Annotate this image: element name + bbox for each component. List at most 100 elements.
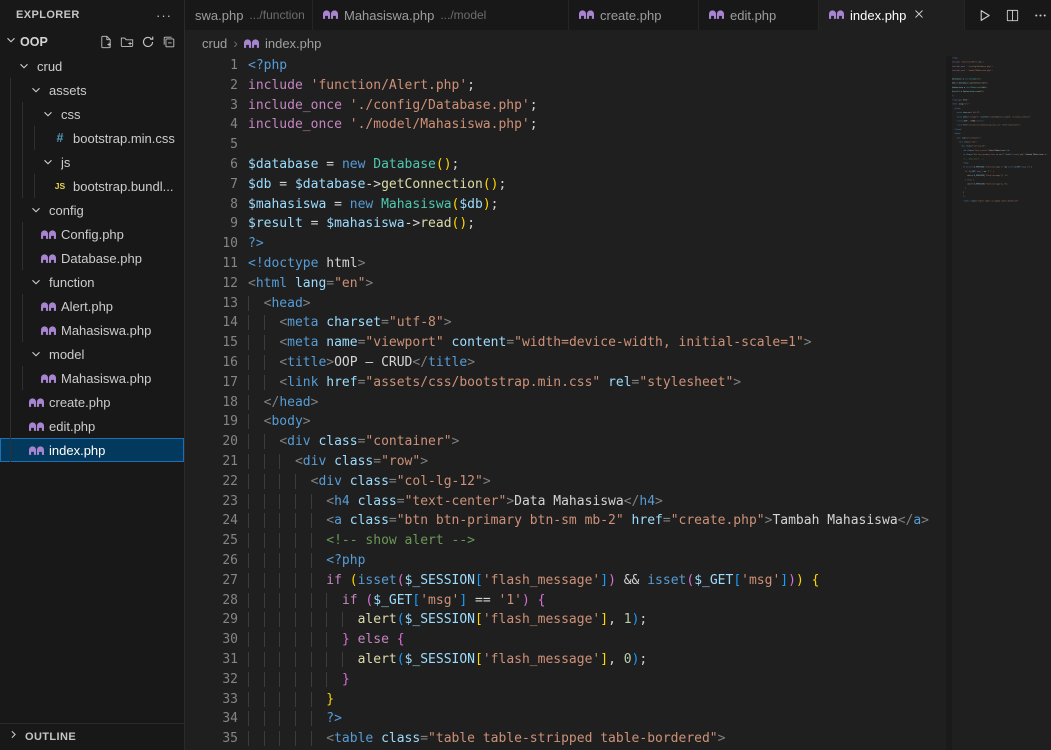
code-token: <!doctype (248, 256, 318, 271)
code-line: ?> (248, 234, 1051, 254)
indent-guide (279, 612, 295, 627)
code-token: rel (608, 375, 631, 390)
code-line (248, 135, 1051, 155)
collapse-folders-icon[interactable] (162, 35, 176, 49)
tree-item-js[interactable]: js (0, 150, 184, 174)
line-number: 2 (185, 76, 238, 96)
run-icon[interactable] (977, 8, 992, 23)
workspace-root-row[interactable]: OOP (0, 30, 184, 54)
tree-item-mahasiswa-php[interactable]: Mahasiswa.php (0, 366, 184, 390)
line-number: 23 (185, 492, 238, 512)
more-actions-icon[interactable]: ··· (156, 8, 172, 23)
indent-guide (311, 652, 327, 667)
indent-guide (22, 102, 23, 126)
line-number: 30 (185, 630, 238, 650)
tree-item-css[interactable]: css (0, 102, 184, 126)
indent-guide (279, 652, 295, 667)
line-number: 25 (185, 531, 238, 551)
code-token (444, 335, 452, 350)
split-editor-icon[interactable] (1005, 8, 1020, 23)
minimap-token: include (952, 61, 960, 63)
code-editor[interactable]: 1234567891011121314151617181920212223242… (185, 56, 1051, 750)
tree-item-model[interactable]: model (0, 342, 184, 366)
tab-edit-php[interactable]: edit.php (699, 0, 819, 30)
minimap-token: include_once (952, 69, 965, 71)
indent-guide (279, 692, 295, 707)
indent-guide (248, 315, 264, 330)
minimap-token: 'flash_message' (985, 166, 1001, 168)
more-actions-icon[interactable] (1033, 8, 1048, 23)
indent-guide (248, 672, 264, 687)
code-token: $_SESSION (405, 612, 475, 627)
close-icon[interactable] (912, 7, 926, 24)
outline-label: OUTLINE (25, 731, 76, 743)
tree-item-edit-php[interactable]: edit.php (0, 414, 184, 438)
code-token: title (428, 355, 467, 370)
code-token: = (397, 494, 405, 509)
tree-item-bootstrap-bundl[interactable]: JSbootstrap.bundl... (0, 174, 184, 198)
tab-index-php[interactable]: index.php (819, 0, 965, 30)
tree-item-function[interactable]: function (0, 270, 184, 294)
indent-guide (248, 533, 264, 548)
tree-item-alert-php[interactable]: Alert.php (0, 294, 184, 318)
code-token: > (655, 494, 663, 509)
code-token: include (248, 78, 303, 93)
explorer-header[interactable]: EXPLORER ··· (0, 0, 184, 30)
tab-mahasiswa-php[interactable]: Mahasiswa.php.../model (313, 0, 569, 30)
code-token: "viewport" (365, 335, 443, 350)
code-line: <meta name="viewport" content="width=dev… (248, 333, 1051, 353)
line-number: 29 (185, 610, 238, 630)
minimap[interactable]: <?phpinclude 'function/Alert.php';includ… (952, 56, 1051, 750)
minimap-token: <?php (963, 162, 968, 164)
tree-item-label: edit.php (49, 419, 95, 434)
indent-guide (264, 434, 280, 449)
code-token: ( (397, 652, 405, 667)
new-file-icon[interactable] (99, 35, 113, 49)
code-token (342, 474, 350, 489)
code-token: "row" (381, 454, 420, 469)
tree-item-database-php[interactable]: Database.php (0, 246, 184, 270)
code-token: Data Mahasiswa (514, 494, 624, 509)
code-line: $result = $mahasiswa->read(); (248, 214, 1051, 234)
tab-swa-php[interactable]: swa.php.../function (185, 0, 313, 30)
code-token: = (389, 474, 397, 489)
new-folder-icon[interactable] (120, 35, 134, 49)
tree-item-label: bootstrap.min.css (73, 131, 175, 146)
tree-item-config-php[interactable]: Config.php (0, 222, 184, 246)
minimap-token: { (1031, 166, 1032, 168)
indent-guide (264, 375, 280, 390)
breadcrumb-folder[interactable]: crud (202, 36, 227, 51)
tree-item-mahasiswa-php[interactable]: Mahasiswa.php (0, 318, 184, 342)
code-token: else (358, 632, 389, 647)
code-token (342, 98, 350, 113)
outline-section-header[interactable]: OUTLINE (0, 723, 184, 750)
code-line: <!doctype html> (248, 254, 1051, 274)
minimap-token: > (981, 137, 982, 139)
line-number: 8 (185, 195, 238, 215)
explorer-toolbar (99, 35, 184, 49)
code-token: "table table-stripped table-bordered" (428, 731, 718, 746)
tree-item-crud[interactable]: crud (0, 54, 184, 78)
chevron-right-icon (7, 728, 20, 746)
code-token: ; (639, 612, 647, 627)
code-token: read (420, 216, 451, 231)
line-number: 11 (185, 254, 238, 274)
refresh-explorer-icon[interactable] (141, 35, 155, 49)
indent-guide (295, 533, 311, 548)
tree-item-create-php[interactable]: create.php (0, 390, 184, 414)
breadcrumb-file[interactable]: index.php (265, 36, 321, 51)
code-token: ) (788, 573, 796, 588)
code-token: ; (452, 157, 460, 172)
workspace-root-label: OOP (20, 35, 48, 49)
tab-create-php[interactable]: create.php (569, 0, 699, 30)
tree-item-assets[interactable]: assets (0, 78, 184, 102)
tree-item-index-php[interactable]: index.php (0, 438, 184, 462)
tree-item-config[interactable]: config (0, 198, 184, 222)
minimap-token: ; (1007, 183, 1008, 185)
code-token: class (350, 474, 389, 489)
code-line: if ($_GET['msg'] == '1') { (248, 591, 1051, 611)
code-token: > (452, 434, 460, 449)
indent-guide (264, 573, 280, 588)
tree-item-bootstrap-min-css[interactable]: #bootstrap.min.css (0, 126, 184, 150)
code-token: Mahasiswa (381, 197, 451, 212)
